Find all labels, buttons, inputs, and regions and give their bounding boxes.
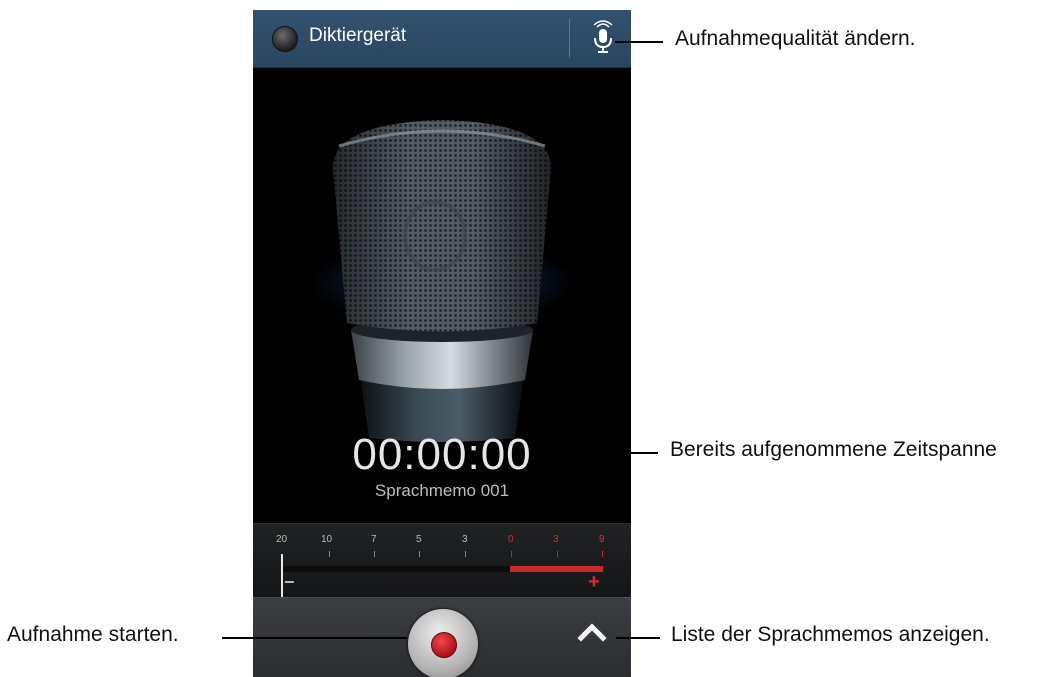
elapsed-time: 00:00:00 <box>352 430 532 479</box>
meter-label: 5 <box>416 534 422 545</box>
memo-name: Sprachmemo 001 <box>374 481 510 500</box>
mic-quality-icon <box>593 20 613 53</box>
meter-tick <box>374 551 375 557</box>
meter-tick <box>329 551 330 557</box>
meter-needle <box>281 554 283 597</box>
meter-label: 3 <box>553 534 559 545</box>
app-header: Diktiergerät <box>253 10 631 68</box>
recorder-stage: 00:00:00 Sprachmemo 001 <box>253 68 631 523</box>
meter-label: 10 <box>321 534 333 545</box>
callout-elapsed: Bereits aufgenommene Zeitspanne <box>670 438 997 461</box>
minus-icon: − <box>284 572 295 592</box>
phone-screen: Diktiergerät 00:00:00 Sprachmemo 001 20 … <box>253 10 631 677</box>
meter-label: 7 <box>371 534 377 545</box>
callout-quality: Aufnahmequalität ändern. <box>675 27 916 50</box>
meter-tick <box>511 551 512 557</box>
meter-tick <box>557 551 558 557</box>
app-circle-icon <box>272 26 298 52</box>
meter-tick <box>602 551 603 557</box>
callout-line-list <box>616 637 660 639</box>
chevron-up-icon <box>577 623 607 642</box>
meter-label: 20 <box>276 534 288 545</box>
record-icon <box>431 632 457 658</box>
meter-tick <box>419 551 420 557</box>
callout-list: Liste der Sprachmemos anzeigen. <box>671 623 990 646</box>
level-meter: 20 10 7 5 3 0 3 9 − + <box>253 523 631 597</box>
meter-tick <box>465 551 466 557</box>
header-divider <box>569 19 570 58</box>
meter-label: 0 <box>508 534 514 545</box>
meter-label: 3 <box>462 534 468 545</box>
meter-label: 9 <box>599 534 605 545</box>
recording-quality-button[interactable] <box>583 18 623 58</box>
app-title: Diktiergerät <box>309 25 407 46</box>
record-button[interactable] <box>408 609 478 677</box>
callout-record: Aufnahme starten. <box>7 623 179 646</box>
callout-line-record <box>222 637 407 639</box>
callout-line-quality <box>615 41 663 43</box>
callout-line-elapsed <box>536 452 658 454</box>
plus-icon: + <box>588 571 600 593</box>
memo-list-button[interactable] <box>575 616 609 650</box>
